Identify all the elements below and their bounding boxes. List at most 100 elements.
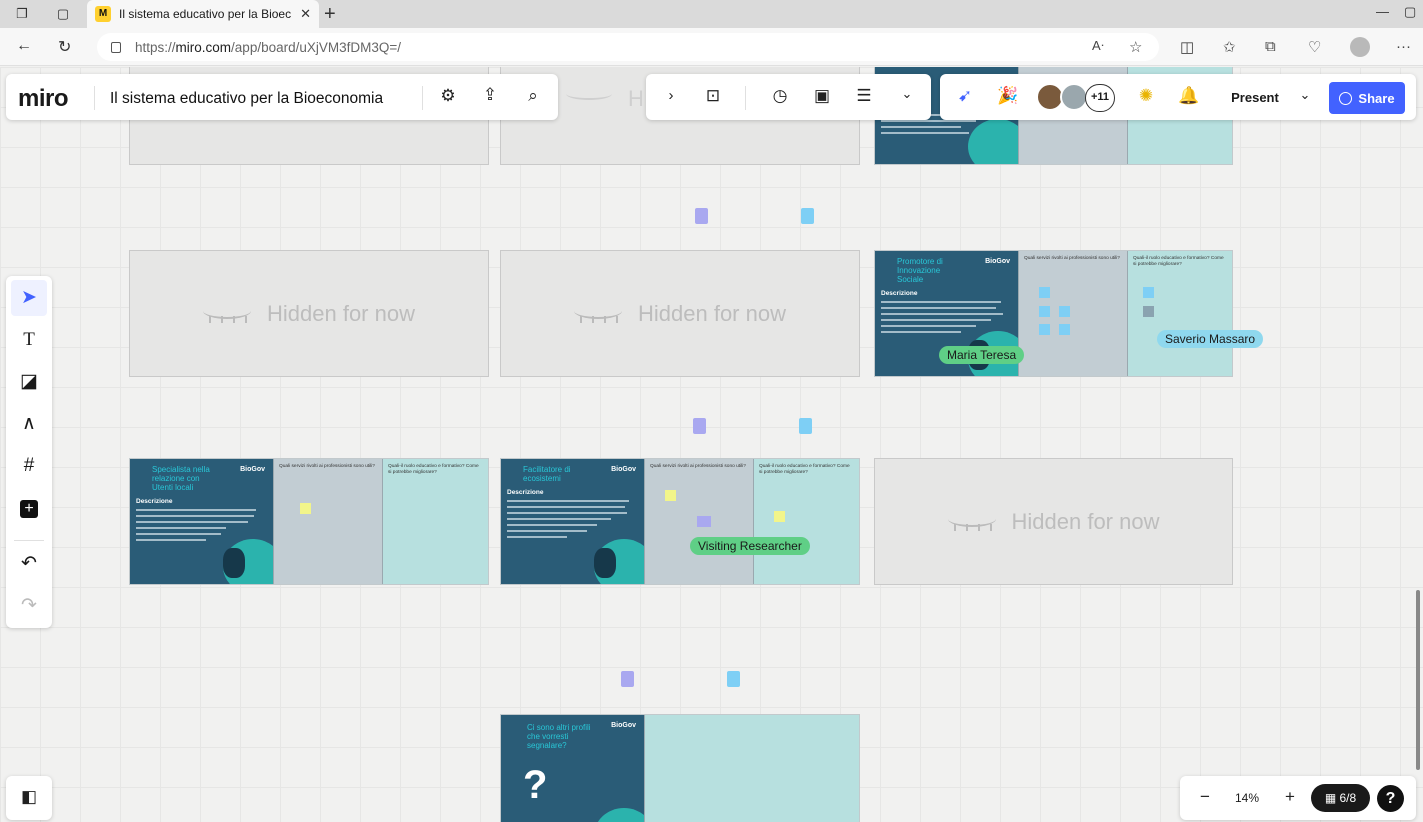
sticky-note[interactable] xyxy=(1039,287,1050,298)
url-host: miro.com xyxy=(175,39,232,55)
workspaces-icon[interactable]: ❐ xyxy=(12,5,32,23)
maximize-icon[interactable]: ▢ xyxy=(1404,4,1416,20)
help-button[interactable]: ? xyxy=(1377,785,1404,812)
zoom-in-icon[interactable]: + xyxy=(1279,787,1301,807)
sticky-note-mini[interactable] xyxy=(695,208,708,224)
collaborator-cursor-label: Visiting Researcher xyxy=(690,537,810,555)
frame-altri-profili[interactable]: Ci sono altri profili che vorresti segna… xyxy=(500,714,860,822)
role-frame-facilitatore[interactable]: Facilitatore di ecosistemi BioGov Descri… xyxy=(500,458,860,585)
present-button[interactable]: Present xyxy=(1219,84,1291,112)
sticky-note[interactable] xyxy=(697,516,711,527)
select-pointer-icon[interactable]: ➤ xyxy=(11,280,47,316)
share-button[interactable]: Share xyxy=(1329,82,1405,114)
undo-icon[interactable]: ↶ xyxy=(11,546,47,582)
present-options-chevron-icon[interactable]: ⌄ xyxy=(1294,87,1316,103)
biogov-logo: BioGov xyxy=(611,722,636,729)
role-title: Promotore di Innovazione Sociale xyxy=(897,257,943,284)
back-icon[interactable]: ← xyxy=(16,37,32,55)
read-aloud-icon[interactable]: Aᐧ xyxy=(1092,38,1104,54)
tab-actions-icon[interactable]: ▢ xyxy=(53,5,73,23)
collections-icon[interactable]: ⧉ xyxy=(1265,38,1276,55)
board-tools-panel: › ⊡ ◷ ▣ ☰ ⌄ xyxy=(646,74,931,120)
frame-question-column: Quali-il ruolo educativo e formativo? Co… xyxy=(753,459,859,584)
eye-closed-icon xyxy=(203,303,253,325)
sticky-note-mini[interactable] xyxy=(799,418,812,434)
sticky-note-icon[interactable]: ◪ xyxy=(11,364,47,400)
notes-icon[interactable]: ☰ xyxy=(853,86,875,106)
more-collaborators-badge[interactable]: +11 xyxy=(1085,84,1115,112)
url-path: /app/board/uXjVM3fDM3Q=/ xyxy=(231,39,402,55)
zoom-level[interactable]: 14% xyxy=(1230,791,1264,805)
hidden-frame[interactable]: Hidden for now xyxy=(874,458,1233,585)
sticky-note-mini[interactable] xyxy=(801,208,814,224)
hidden-frame[interactable]: Hidden for now xyxy=(129,250,489,377)
profile-avatar[interactable] xyxy=(1350,37,1370,57)
text-tool-icon[interactable]: T xyxy=(11,322,47,358)
smart-sparkle-icon[interactable]: ✺ xyxy=(1135,86,1157,106)
sticky-note[interactable] xyxy=(665,490,676,501)
board-canvas[interactable]: Hidden for now Hidden for now Promotore … xyxy=(0,67,1423,822)
frames-counter: 6/8 xyxy=(1339,791,1357,805)
vertical-scrollbar[interactable] xyxy=(1416,590,1420,770)
frame-question-column: Quali-il ruolo educativo e formativo? Co… xyxy=(382,459,488,584)
frame-answers-area xyxy=(644,715,859,822)
favorites-icon[interactable]: ✩ xyxy=(1223,38,1236,56)
role-frame-specialista[interactable]: Specialista nella relazione con Utenti l… xyxy=(129,458,489,585)
miro-logo[interactable]: miro xyxy=(18,85,69,113)
settings-gear-icon[interactable]: ⚙ xyxy=(437,86,459,106)
frames-navigator-button[interactable]: ▦ 6/8 xyxy=(1311,784,1370,812)
sticky-note[interactable] xyxy=(1143,287,1154,298)
globe-icon xyxy=(1339,91,1353,105)
sticky-note-mini[interactable] xyxy=(727,671,740,687)
board-title[interactable]: Il sistema educativo per la Bioeconomia xyxy=(110,90,383,108)
role-frame-innovazione[interactable]: Promotore di Innovazione Sociale BioGov … xyxy=(874,250,1233,377)
collaborator-avatar[interactable] xyxy=(1060,83,1088,111)
browser-tab[interactable]: M Il sistema educativo per la Bioec ✕ xyxy=(87,0,319,28)
focus-frame-icon[interactable]: ⊡ xyxy=(702,86,724,106)
timer-icon[interactable]: ◷ xyxy=(769,86,791,106)
sticky-note[interactable] xyxy=(774,511,785,522)
role-title: Specialista nella relazione con Utenti l… xyxy=(152,465,210,492)
question-text: Quali-il ruolo educativo e formativo? Co… xyxy=(759,464,850,475)
sticky-note[interactable] xyxy=(1059,306,1070,317)
redo-icon[interactable]: ↷ xyxy=(11,588,47,624)
sticky-note[interactable] xyxy=(1039,324,1050,335)
collapse-chevron-icon[interactable]: › xyxy=(660,87,682,104)
browser-essentials-icon[interactable]: ♡ xyxy=(1308,38,1321,56)
sticky-note-mini[interactable] xyxy=(621,671,634,687)
sticky-note[interactable] xyxy=(1039,306,1050,317)
more-menu-icon[interactable]: ··· xyxy=(1396,38,1411,55)
eye-closed-icon xyxy=(947,511,998,533)
sticky-note[interactable] xyxy=(1143,306,1154,317)
zoom-out-icon[interactable]: − xyxy=(1194,787,1216,807)
eye-closed-icon xyxy=(574,303,624,325)
split-screen-icon[interactable]: ◫ xyxy=(1180,38,1194,56)
search-icon[interactable]: ⌕ xyxy=(522,86,544,106)
more-tools-chevron-icon[interactable]: ⌄ xyxy=(896,86,918,102)
sticky-note[interactable] xyxy=(1059,324,1070,335)
sidebar-panel-icon[interactable]: ◧ xyxy=(18,787,40,807)
hidden-label: Hidden for now xyxy=(267,300,415,326)
biogov-logo: BioGov xyxy=(985,258,1010,265)
new-tab-icon[interactable]: + xyxy=(324,3,336,26)
hidden-frame[interactable]: Hidden for now xyxy=(500,250,860,377)
close-tab-icon[interactable]: ✕ xyxy=(300,6,311,22)
url-field[interactable]: https://miro.com/app/board/uXjVM3fDM3Q=/ xyxy=(97,33,1159,61)
frame-description-panel: Ci sono altri profili che vorresti segna… xyxy=(501,715,644,822)
reactions-cursor-icon[interactable]: ➹ xyxy=(954,86,976,106)
minimize-icon[interactable]: — xyxy=(1376,4,1389,19)
sticky-note[interactable] xyxy=(300,503,311,514)
pen-tool-icon[interactable]: ∧ xyxy=(11,406,47,442)
export-upload-icon[interactable]: ⇪ xyxy=(479,85,501,105)
notifications-bell-icon[interactable]: 🔔 xyxy=(1178,86,1200,106)
reload-icon[interactable]: ↻ xyxy=(58,37,71,57)
favorite-star-icon[interactable]: ☆ xyxy=(1129,38,1142,56)
creation-toolbar: ➤ T ◪ ∧ # + ↶ ↷ xyxy=(6,276,52,628)
add-more-icon[interactable]: + xyxy=(20,500,38,518)
frame-tool-icon[interactable]: # xyxy=(11,448,47,484)
celebrate-icon[interactable]: 🎉 xyxy=(997,86,1019,106)
tab-title: Il sistema educativo per la Bioec xyxy=(119,7,292,21)
sticky-note-mini[interactable] xyxy=(693,418,706,434)
card-icon[interactable]: ▣ xyxy=(811,86,833,106)
description-heading: Descrizione xyxy=(507,489,544,496)
